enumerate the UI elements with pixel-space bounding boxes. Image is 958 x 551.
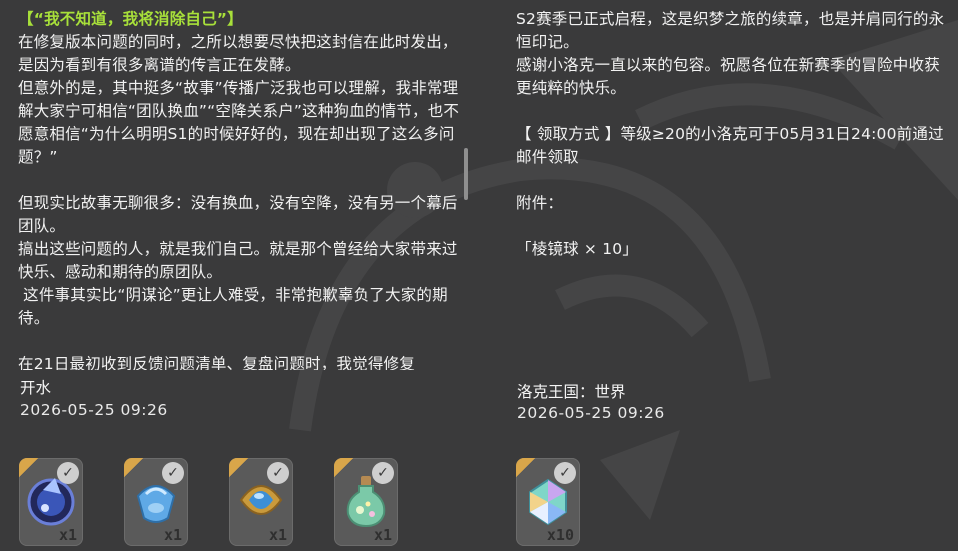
mail-blank-line — [516, 215, 948, 238]
mail-paragraph-cutoff: 在21日最初收到反馈问题清单、复盘问题时，我觉得修复 — [18, 355, 415, 370]
mail-blank-line — [516, 100, 948, 123]
mail-blank-line — [516, 169, 948, 192]
item-quantity: x1 — [373, 526, 392, 544]
item-quantity: x1 — [163, 526, 182, 544]
attachment-item[interactable]: ✓ x1 — [124, 458, 188, 546]
claimed-check-icon: ✓ — [57, 462, 79, 484]
mail-body: S2赛季已正式启程，这是织梦之旅的续章，也是并肩同行的永恒印记。 感谢小洛克一直… — [516, 8, 948, 261]
mail-paragraph: 但现实比故事无聊很多：没有换血，没有空降，没有另一个幕后团队。 — [18, 194, 458, 235]
mail-blank-line — [18, 330, 466, 353]
attachment-item[interactable]: ✓ x1 — [19, 458, 83, 546]
item-quantity: x10 — [546, 526, 574, 544]
attachment-item[interactable]: ✓ x10 — [516, 458, 580, 546]
attachment-heading: 附件： — [516, 194, 564, 212]
mail-sender: 洛克王国：世界 — [517, 383, 626, 401]
claim-method-text: 【 领取方式 】等级≥20的小洛克可于05月31日24:00前通过邮件领取 — [516, 125, 944, 166]
mail-date: 2026-05-25 09:26 — [517, 404, 665, 422]
mail-paragraph: S2赛季已正式启程，这是织梦之旅的续章，也是并肩同行的永恒印记。 — [516, 10, 945, 51]
mail-paragraph: 但意外的是，其中挺多“故事”传播广泛我也可以理解，我非常理解大家宁可相信“团队换… — [18, 79, 460, 166]
claimed-check-icon: ✓ — [267, 462, 289, 484]
mail-date: 2026-05-25 09:26 — [20, 401, 168, 419]
mail-paragraph: 感谢小洛克一直以来的包容。祝愿各位在新赛季的冒险中收获更纯粹的快乐。 — [516, 56, 940, 97]
claimed-check-icon: ✓ — [554, 462, 576, 484]
claimed-check-icon: ✓ — [162, 462, 184, 484]
mail-sender: 开水 — [20, 379, 52, 397]
mail-paragraph: 这件事其实比“阴谋论”更让人难受，非常抱歉辜负了大家的期待。 — [18, 286, 448, 327]
scrollbar-thumb[interactable] — [464, 148, 468, 200]
mail-blank-line — [18, 169, 466, 192]
attachment-item[interactable]: ✓ x1 — [229, 458, 293, 546]
item-quantity: x1 — [268, 526, 287, 544]
attachment-list-text: 「棱镜球 × 10」 — [516, 240, 639, 258]
mail-paragraph: 搞出这些问题的人，就是我们自己。就是那个曾经给大家带来过快乐、感动和期待的原团队… — [18, 240, 458, 281]
claimed-check-icon: ✓ — [372, 462, 394, 484]
mail-paragraph: 在修复版本问题的同时，之所以想要尽快把这封信在此时发出，是因为看到有很多离谱的传… — [18, 33, 458, 74]
mail-body-scroll-area[interactable]: 【“我不知道，我将消除自己”】 在修复版本问题的同时，之所以想要尽快把这封信在此… — [18, 8, 466, 370]
mail-title: 【“我不知道，我将消除自己”】 — [18, 10, 243, 28]
attachment-item[interactable]: ✓ x1 — [334, 458, 398, 546]
item-quantity: x1 — [58, 526, 77, 544]
